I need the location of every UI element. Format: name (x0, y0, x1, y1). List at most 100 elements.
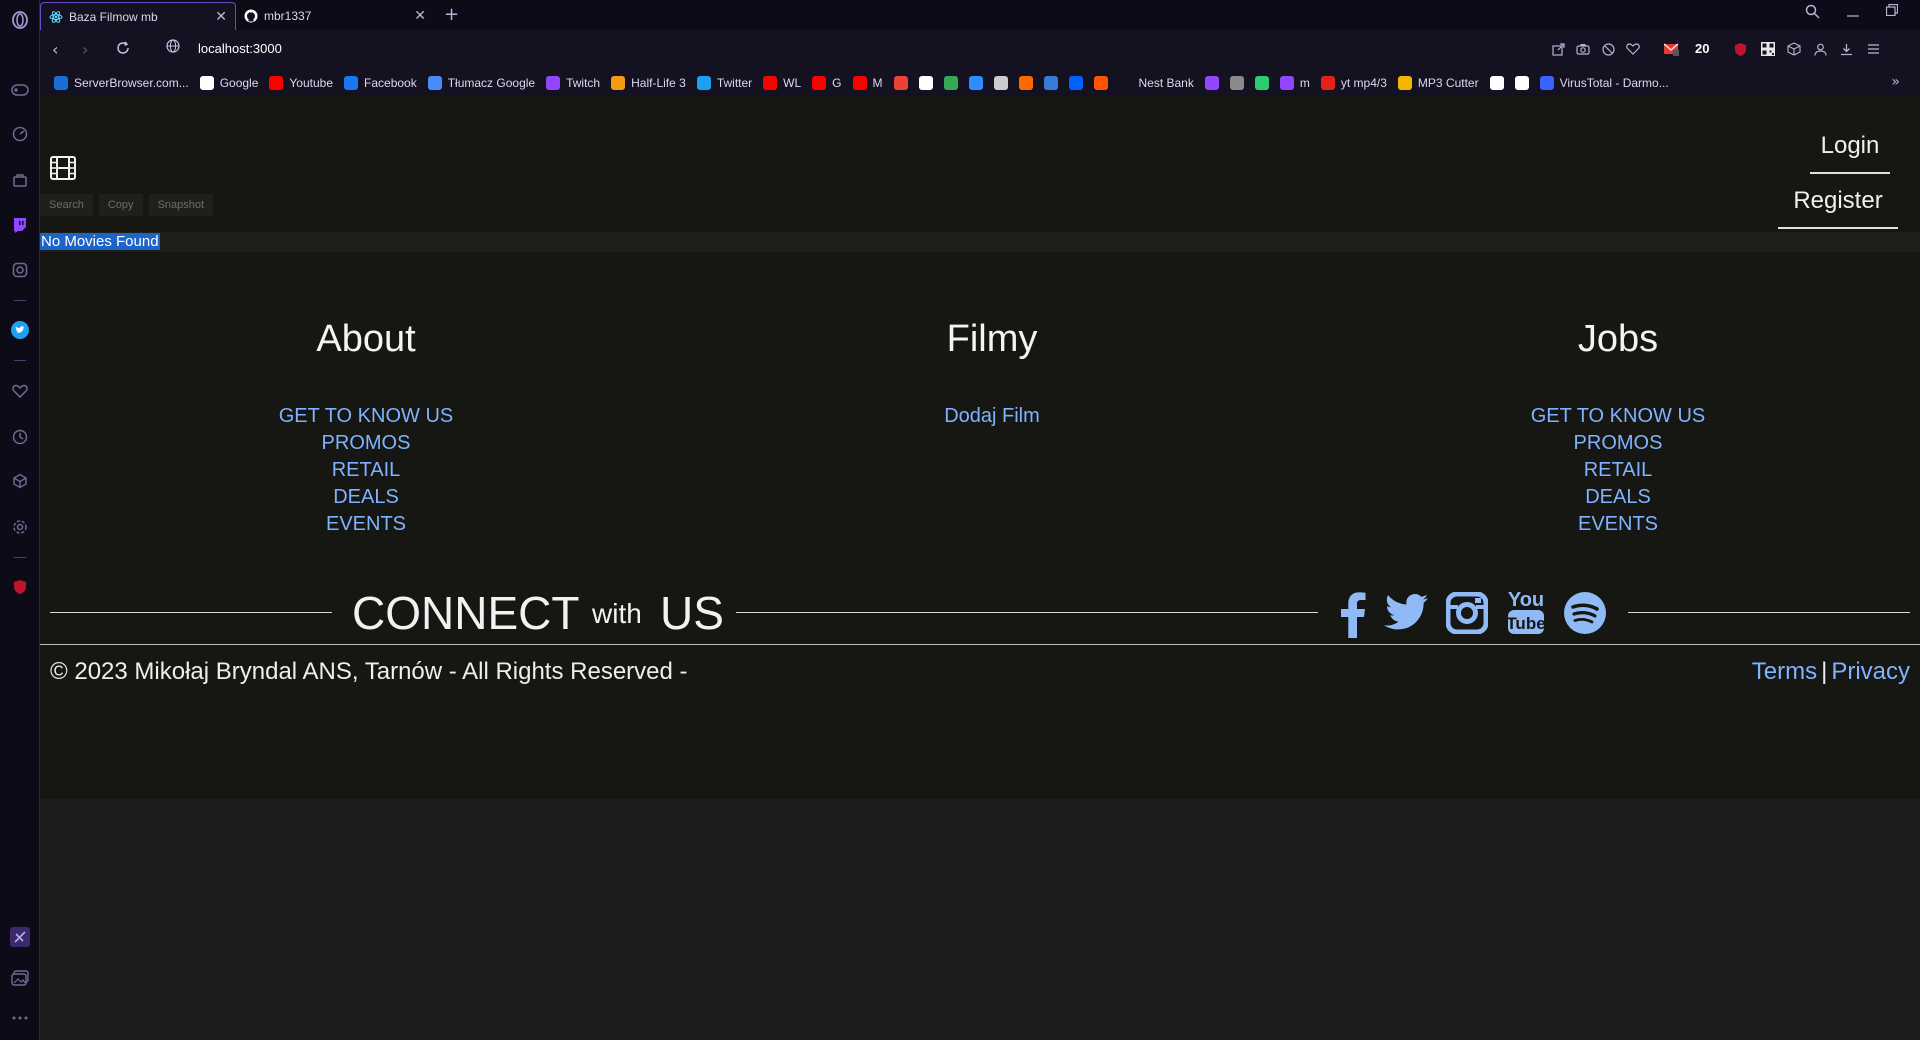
bookmark-item[interactable] (918, 76, 933, 90)
footer-link[interactable]: PROMOS (166, 430, 566, 457)
url-field[interactable]: localhost:3000 (198, 41, 282, 56)
back-icon[interactable]: ‹ (52, 40, 58, 59)
tab-baza-filmow[interactable]: Baza Filmow mb ✕ (40, 2, 236, 30)
bookmark-item[interactable]: Google (199, 76, 258, 90)
bookmark-item[interactable]: MP3 Cutter (1397, 76, 1479, 90)
bookmark-item[interactable]: G (812, 76, 842, 90)
footer-link[interactable]: RETAIL (1418, 457, 1818, 484)
instagram-icon[interactable] (1445, 591, 1489, 639)
bookmarks-overflow-icon[interactable]: » (1891, 74, 1900, 90)
bookmark-item[interactable]: Facebook (344, 76, 417, 90)
bookmark-label: Facebook (364, 76, 417, 90)
profile-icon[interactable] (1812, 41, 1828, 57)
twitter-icon[interactable] (1384, 592, 1428, 637)
speed-dial-icon[interactable] (10, 124, 30, 144)
bookmark-item[interactable]: yt mp4/3 (1320, 76, 1387, 90)
share-icon[interactable] (1550, 41, 1566, 57)
mail-extension-icon[interactable] (1664, 41, 1680, 57)
login-link[interactable]: Login (1810, 132, 1890, 174)
close-tab-icon[interactable]: ✕ (414, 8, 426, 24)
restore-icon[interactable] (1885, 3, 1899, 20)
spotify-icon[interactable] (1564, 592, 1606, 639)
bookmark-item[interactable]: m (1279, 76, 1310, 90)
gamepad-icon[interactable] (10, 80, 30, 100)
extensions-cube-icon[interactable] (1786, 41, 1802, 57)
bookmark-item[interactable]: VirusTotal - Darmo... (1539, 76, 1669, 90)
terms-link[interactable]: Terms (1752, 658, 1817, 685)
bookmark-item[interactable]: Youtube (269, 76, 333, 90)
forward-icon[interactable]: › (82, 40, 88, 59)
site-info-icon[interactable] (166, 39, 180, 57)
footer-link[interactable]: PROMOS (1418, 430, 1818, 457)
bookmark-item[interactable] (1093, 76, 1108, 90)
bookmark-item[interactable] (893, 76, 908, 90)
privacy-link[interactable]: Privacy (1831, 658, 1910, 685)
twitch-sidebar-icon[interactable] (10, 215, 30, 235)
bookmark-item[interactable] (1489, 76, 1504, 90)
bookmark-item[interactable]: M (852, 76, 883, 90)
reload-icon[interactable] (116, 40, 130, 59)
bookmark-item[interactable]: WL (763, 76, 801, 90)
browser-sidebar (0, 0, 40, 1040)
settings-gear-icon[interactable] (10, 517, 30, 537)
cube-icon[interactable] (10, 471, 30, 491)
bookmark-item[interactable] (1018, 76, 1033, 90)
bookmark-item[interactable] (1068, 76, 1083, 90)
footer-link[interactable]: DEALS (166, 484, 566, 511)
add-film-link[interactable]: Dodaj Film (792, 403, 1192, 430)
more-dots-icon[interactable] (10, 1008, 30, 1028)
bookmark-item[interactable]: Nest Bank (1118, 76, 1194, 90)
register-link[interactable]: Register (1778, 187, 1898, 229)
footer-separator (40, 644, 1920, 645)
copy-tool-button[interactable]: Copy (98, 194, 143, 216)
gallery-icon[interactable] (10, 968, 30, 988)
block-icon[interactable] (1600, 41, 1616, 57)
footer-link[interactable]: GET TO KNOW US (166, 403, 566, 430)
divider-line (736, 612, 1318, 613)
bookmark-item[interactable] (943, 76, 958, 90)
bookmark-item[interactable] (993, 76, 1008, 90)
instagram-sidebar-icon[interactable] (10, 260, 30, 280)
ublock-icon[interactable] (1732, 41, 1748, 57)
new-tab-button[interactable]: + (444, 4, 459, 25)
bookmark-item[interactable] (1254, 76, 1269, 90)
footer-link[interactable]: EVENTS (1418, 511, 1818, 538)
extension-app-icon[interactable] (10, 927, 30, 947)
footer-link[interactable]: DEALS (1418, 484, 1818, 511)
bookmark-item[interactable]: ServerBrowser.com... (54, 76, 189, 90)
bookmark-item[interactable] (968, 76, 983, 90)
bookmark-heart-icon[interactable] (1625, 41, 1641, 57)
easy-setup-menu-icon[interactable] (1865, 41, 1881, 57)
tab-mbr1337[interactable]: mbr1337 ✕ (236, 2, 434, 30)
search-tool-button[interactable]: Search (40, 194, 93, 216)
youtube-icon[interactable]: You Tube (1506, 586, 1546, 641)
opera-logo-icon[interactable] (10, 10, 30, 30)
footer-link[interactable]: RETAIL (166, 457, 566, 484)
snapshot-tool-button[interactable]: Snapshot (148, 194, 214, 216)
bookmark-item[interactable]: Twitch (546, 76, 600, 90)
minimize-icon[interactable] (1847, 4, 1859, 22)
bookmark-item[interactable] (1229, 76, 1244, 90)
camera-icon[interactable] (1575, 41, 1591, 57)
bookmark-label: Twitch (566, 76, 601, 90)
footer-link[interactable]: GET TO KNOW US (1418, 403, 1818, 430)
ublock-sidebar-icon[interactable] (10, 577, 30, 597)
bookmark-item[interactable]: Tłumacz Google (427, 76, 535, 90)
qr-code-icon[interactable] (1760, 41, 1776, 57)
history-icon[interactable] (10, 427, 30, 447)
download-icon[interactable] (1838, 41, 1854, 57)
heart-icon[interactable] (10, 381, 30, 401)
bookmark-favicon-icon (54, 76, 68, 90)
tab-search-icon[interactable] (1805, 4, 1820, 23)
bag-icon[interactable] (10, 170, 30, 190)
facebook-icon[interactable] (1340, 592, 1366, 643)
film-logo-icon[interactable] (50, 156, 76, 180)
close-tab-icon[interactable]: ✕ (215, 9, 227, 25)
bookmark-item[interactable] (1204, 76, 1219, 90)
bookmark-item[interactable] (1043, 76, 1058, 90)
twitter-sidebar-icon[interactable] (10, 320, 30, 340)
footer-link[interactable]: EVENTS (166, 511, 566, 538)
bookmark-item[interactable]: Half-Life 3 (611, 76, 686, 90)
bookmark-item[interactable]: Twitter (696, 76, 752, 90)
bookmark-item[interactable] (1514, 76, 1529, 90)
